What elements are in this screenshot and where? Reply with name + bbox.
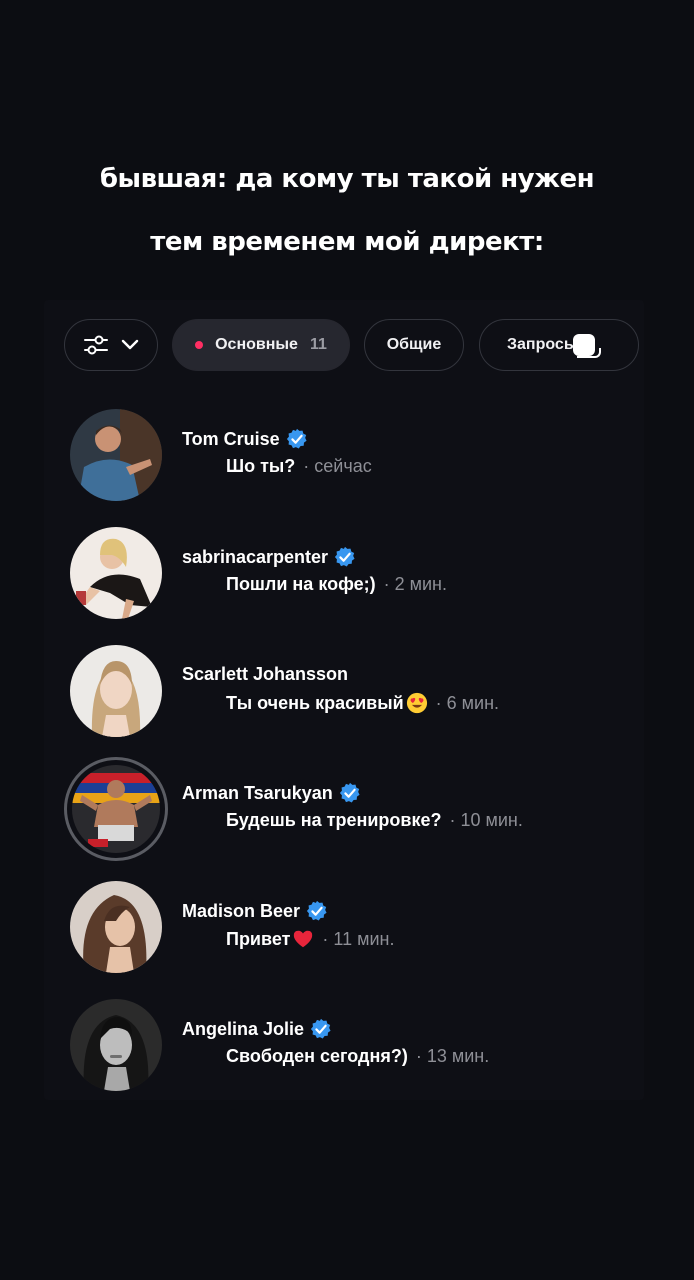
unread-dot [195,341,204,349]
message-text: Ты очень красивый [226,692,404,713]
heart-eyes-emoji-icon [406,692,427,714]
verified-badge-icon [286,428,307,449]
chat-preview: Ты очень красивый · 6 мин. [226,692,499,714]
chat-name-text: Scarlett Johansson [182,664,349,684]
tab-general[interactable]: Общие [364,319,464,371]
chat-preview: Шо ты? · сейчас [226,456,372,477]
message-time: · 10 мин. [449,810,523,830]
tab-requests-label: Запросы [507,336,578,353]
message-text: Привет [226,928,291,949]
chat-name-text: Madison Beer [182,900,301,921]
message-time: · 2 мин. [383,574,447,594]
chat-name: Arman Tsarukyan [182,782,361,804]
tab-requests[interactable]: Запросы [479,319,639,371]
avatar[interactable] [70,881,162,973]
verified-badge-icon [339,782,360,803]
message-time: · 6 мин. [435,692,500,713]
tab-primary[interactable]: Основные 11 [172,319,350,371]
chat-name: sabrinacarpenter [182,546,356,568]
avatar[interactable] [70,645,162,737]
story-page: бывшая: да кому ты такой нужен тем време… [0,0,694,1280]
caption-line-1: бывшая: да кому ты такой нужен [99,164,595,194]
chat-name: Tom Cruise [182,428,308,450]
filter-button[interactable] [64,319,158,371]
sliders-icon [84,335,108,355]
chat-name: Scarlett Johansson [182,664,348,685]
tab-primary-label: Основные [215,336,298,353]
chat-name-text: Tom Cruise [182,428,280,449]
avatar[interactable] [70,999,162,1091]
avatar[interactable] [70,527,162,619]
tab-general-label: Общие [386,336,442,353]
message-text: Пошли на кофе;) [226,574,376,594]
verified-badge-icon [310,1018,331,1039]
chat-name-text: Arman Tsarukyan [182,782,333,803]
chat-row[interactable]: sabrinacarpenter Пошли на кофе;) · 2 мин… [44,518,644,628]
message-time: · 11 мин. [322,928,395,949]
message-text: Шо ты? [226,456,296,476]
chat-preview: Пошли на кофе;) · 2 мин. [226,574,447,595]
chat-name: Angelina Jolie [182,1018,332,1040]
filter-chips-bar: Основные 11 Общие Запросы [64,319,644,373]
verified-badge-icon [334,546,355,567]
chat-preview: Свободен сегодня?) · 13 мин. [226,1046,489,1067]
verified-badge-icon [306,900,327,921]
chat-row[interactable]: Tom Cruise Шо ты? · сейчас [44,400,644,510]
chat-row[interactable]: Arman Tsarukyan Будешь на тренировке? · … [44,754,644,864]
avatar[interactable] [70,409,162,501]
message-time: · сейчас [303,456,372,476]
message-text: Свободен сегодня?) [226,1046,408,1066]
chat-preview: Будешь на тренировке? · 10 мин. [226,810,523,831]
chat-row[interactable]: Madison Beer Привет · 11 мин. [44,872,644,982]
caption-line-2: тем временем мой директ: [150,227,544,257]
chat-preview: Привет · 11 мин. [226,928,394,950]
message-text: Будешь на тренировке? [226,810,442,830]
tab-primary-count: 11 [309,336,327,353]
chat-name: Madison Beer [182,900,328,922]
direct-inbox-screenshot: Основные 11 Общие Запросы Tom Cruise Шо … [44,300,644,1100]
chat-name-text: Angelina Jolie [182,1018,305,1039]
chat-name-text: sabrinacarpenter [182,546,329,567]
chevron-down-icon [121,339,139,350]
red-heart-emoji-icon [294,930,313,948]
chat-row[interactable]: Scarlett Johansson Ты очень красивый · 6… [44,636,644,746]
message-time: · 13 мин. [415,1046,490,1066]
message-sticker-icon [573,334,602,358]
avatar-with-story-ring[interactable] [64,757,168,861]
chat-row[interactable]: Angelina Jolie Свободен сегодня?) · 13 м… [44,990,644,1100]
